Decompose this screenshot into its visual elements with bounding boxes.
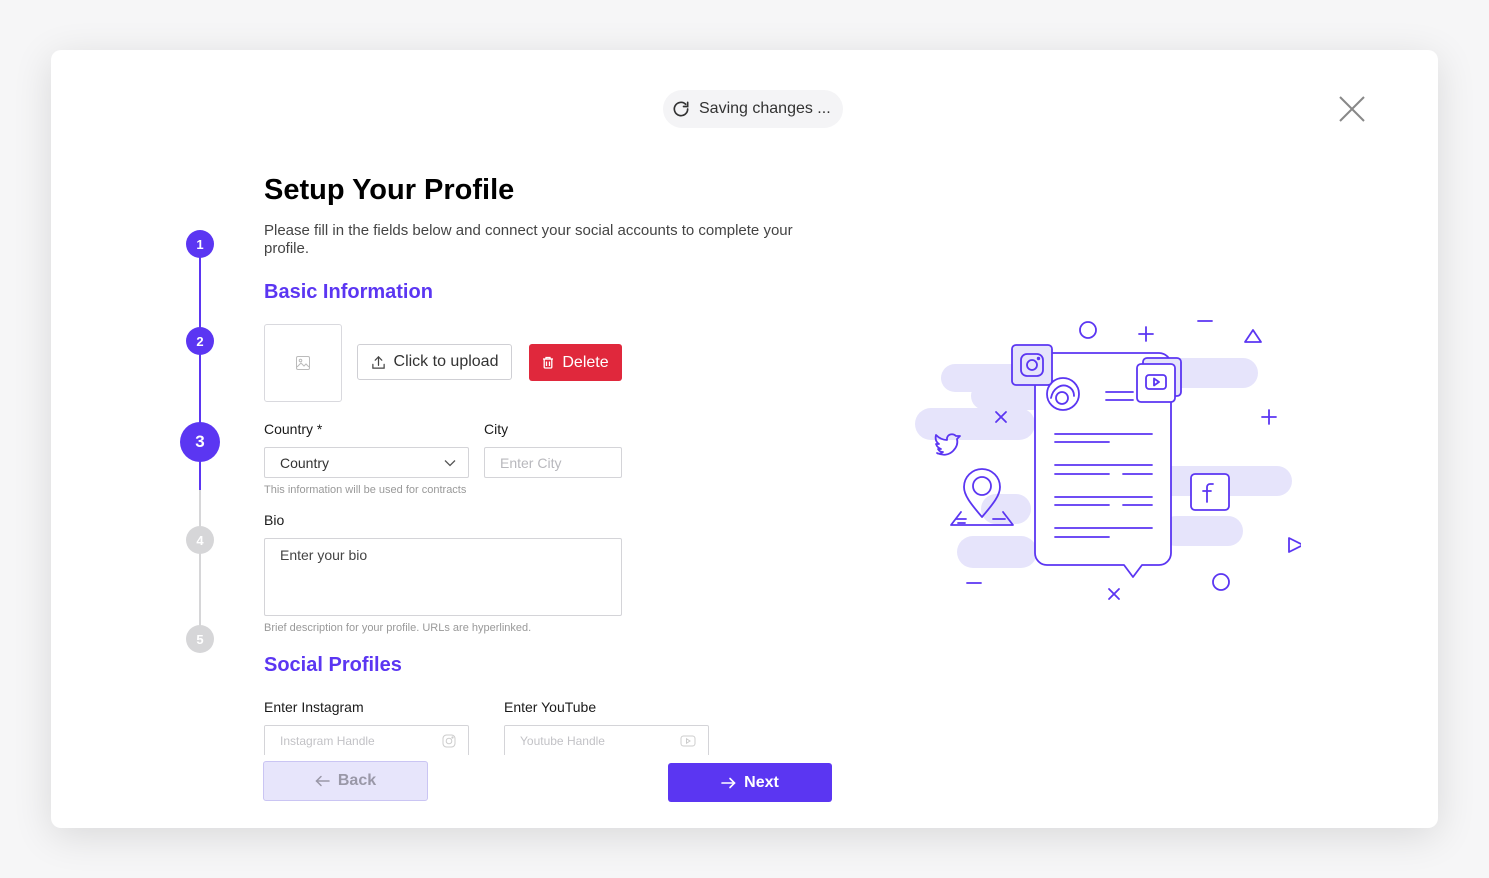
close-icon bbox=[1339, 96, 1365, 122]
youtube-icon bbox=[680, 735, 696, 747]
social-profiles-heading: Social Profiles bbox=[264, 654, 402, 676]
trash-icon bbox=[543, 356, 554, 369]
saving-status: Saving changes ... bbox=[663, 90, 843, 128]
basic-information-heading: Basic Information bbox=[264, 281, 433, 303]
contract-help-text: This information will be used for contra… bbox=[264, 484, 467, 496]
refresh-icon bbox=[673, 101, 689, 117]
next-button[interactable]: Next bbox=[668, 763, 832, 802]
instagram-input[interactable] bbox=[265, 726, 468, 755]
image-placeholder-icon bbox=[296, 356, 310, 370]
avatar-preview bbox=[264, 324, 342, 402]
profile-illustration bbox=[915, 320, 1301, 600]
upload-icon bbox=[371, 355, 385, 369]
step-3-current[interactable]: 3 bbox=[180, 422, 220, 462]
delete-label: Delete bbox=[562, 353, 609, 371]
step-2[interactable]: 2 bbox=[186, 327, 214, 355]
youtube-label: Enter YouTube bbox=[504, 699, 597, 715]
country-select[interactable]: Country bbox=[264, 447, 469, 478]
delete-button[interactable]: Delete bbox=[529, 344, 622, 381]
step-5[interactable]: 5 bbox=[186, 625, 214, 653]
stepper-line-pending bbox=[199, 490, 201, 640]
next-label: Next bbox=[744, 773, 779, 791]
bio-textarea[interactable] bbox=[264, 538, 622, 616]
page-subtitle: Please fill in the fields below and conn… bbox=[264, 222, 793, 257]
bio-help-text: Brief description for your profile. URLs… bbox=[264, 622, 532, 634]
arrow-right-icon bbox=[721, 777, 736, 788]
chevron-down-icon bbox=[444, 459, 456, 466]
instagram-label: Enter Instagram bbox=[264, 699, 364, 715]
page-title: Setup Your Profile bbox=[264, 174, 515, 206]
bio-label: Bio bbox=[264, 512, 285, 528]
upload-button[interactable]: Click to upload bbox=[357, 344, 512, 380]
instagram-field bbox=[264, 725, 469, 755]
youtube-input[interactable] bbox=[505, 726, 708, 755]
step-4[interactable]: 4 bbox=[186, 526, 214, 554]
instagram-icon bbox=[442, 734, 456, 748]
upload-label: Click to upload bbox=[393, 353, 499, 370]
country-label: Country * bbox=[264, 421, 323, 437]
city-input[interactable] bbox=[484, 447, 622, 478]
close-button[interactable] bbox=[1337, 94, 1367, 124]
back-label: Back bbox=[337, 772, 377, 789]
country-select-value: Country bbox=[280, 454, 330, 471]
back-button[interactable]: Back bbox=[263, 761, 428, 801]
youtube-field bbox=[504, 725, 709, 755]
saving-text: Saving changes ... bbox=[699, 100, 831, 117]
step-1[interactable]: 1 bbox=[186, 230, 214, 258]
city-label: City bbox=[484, 421, 509, 437]
arrow-left-icon bbox=[315, 775, 330, 787]
profile-setup-modal: Saving changes ... 1 2 3 4 5 Setup Your … bbox=[51, 50, 1438, 828]
